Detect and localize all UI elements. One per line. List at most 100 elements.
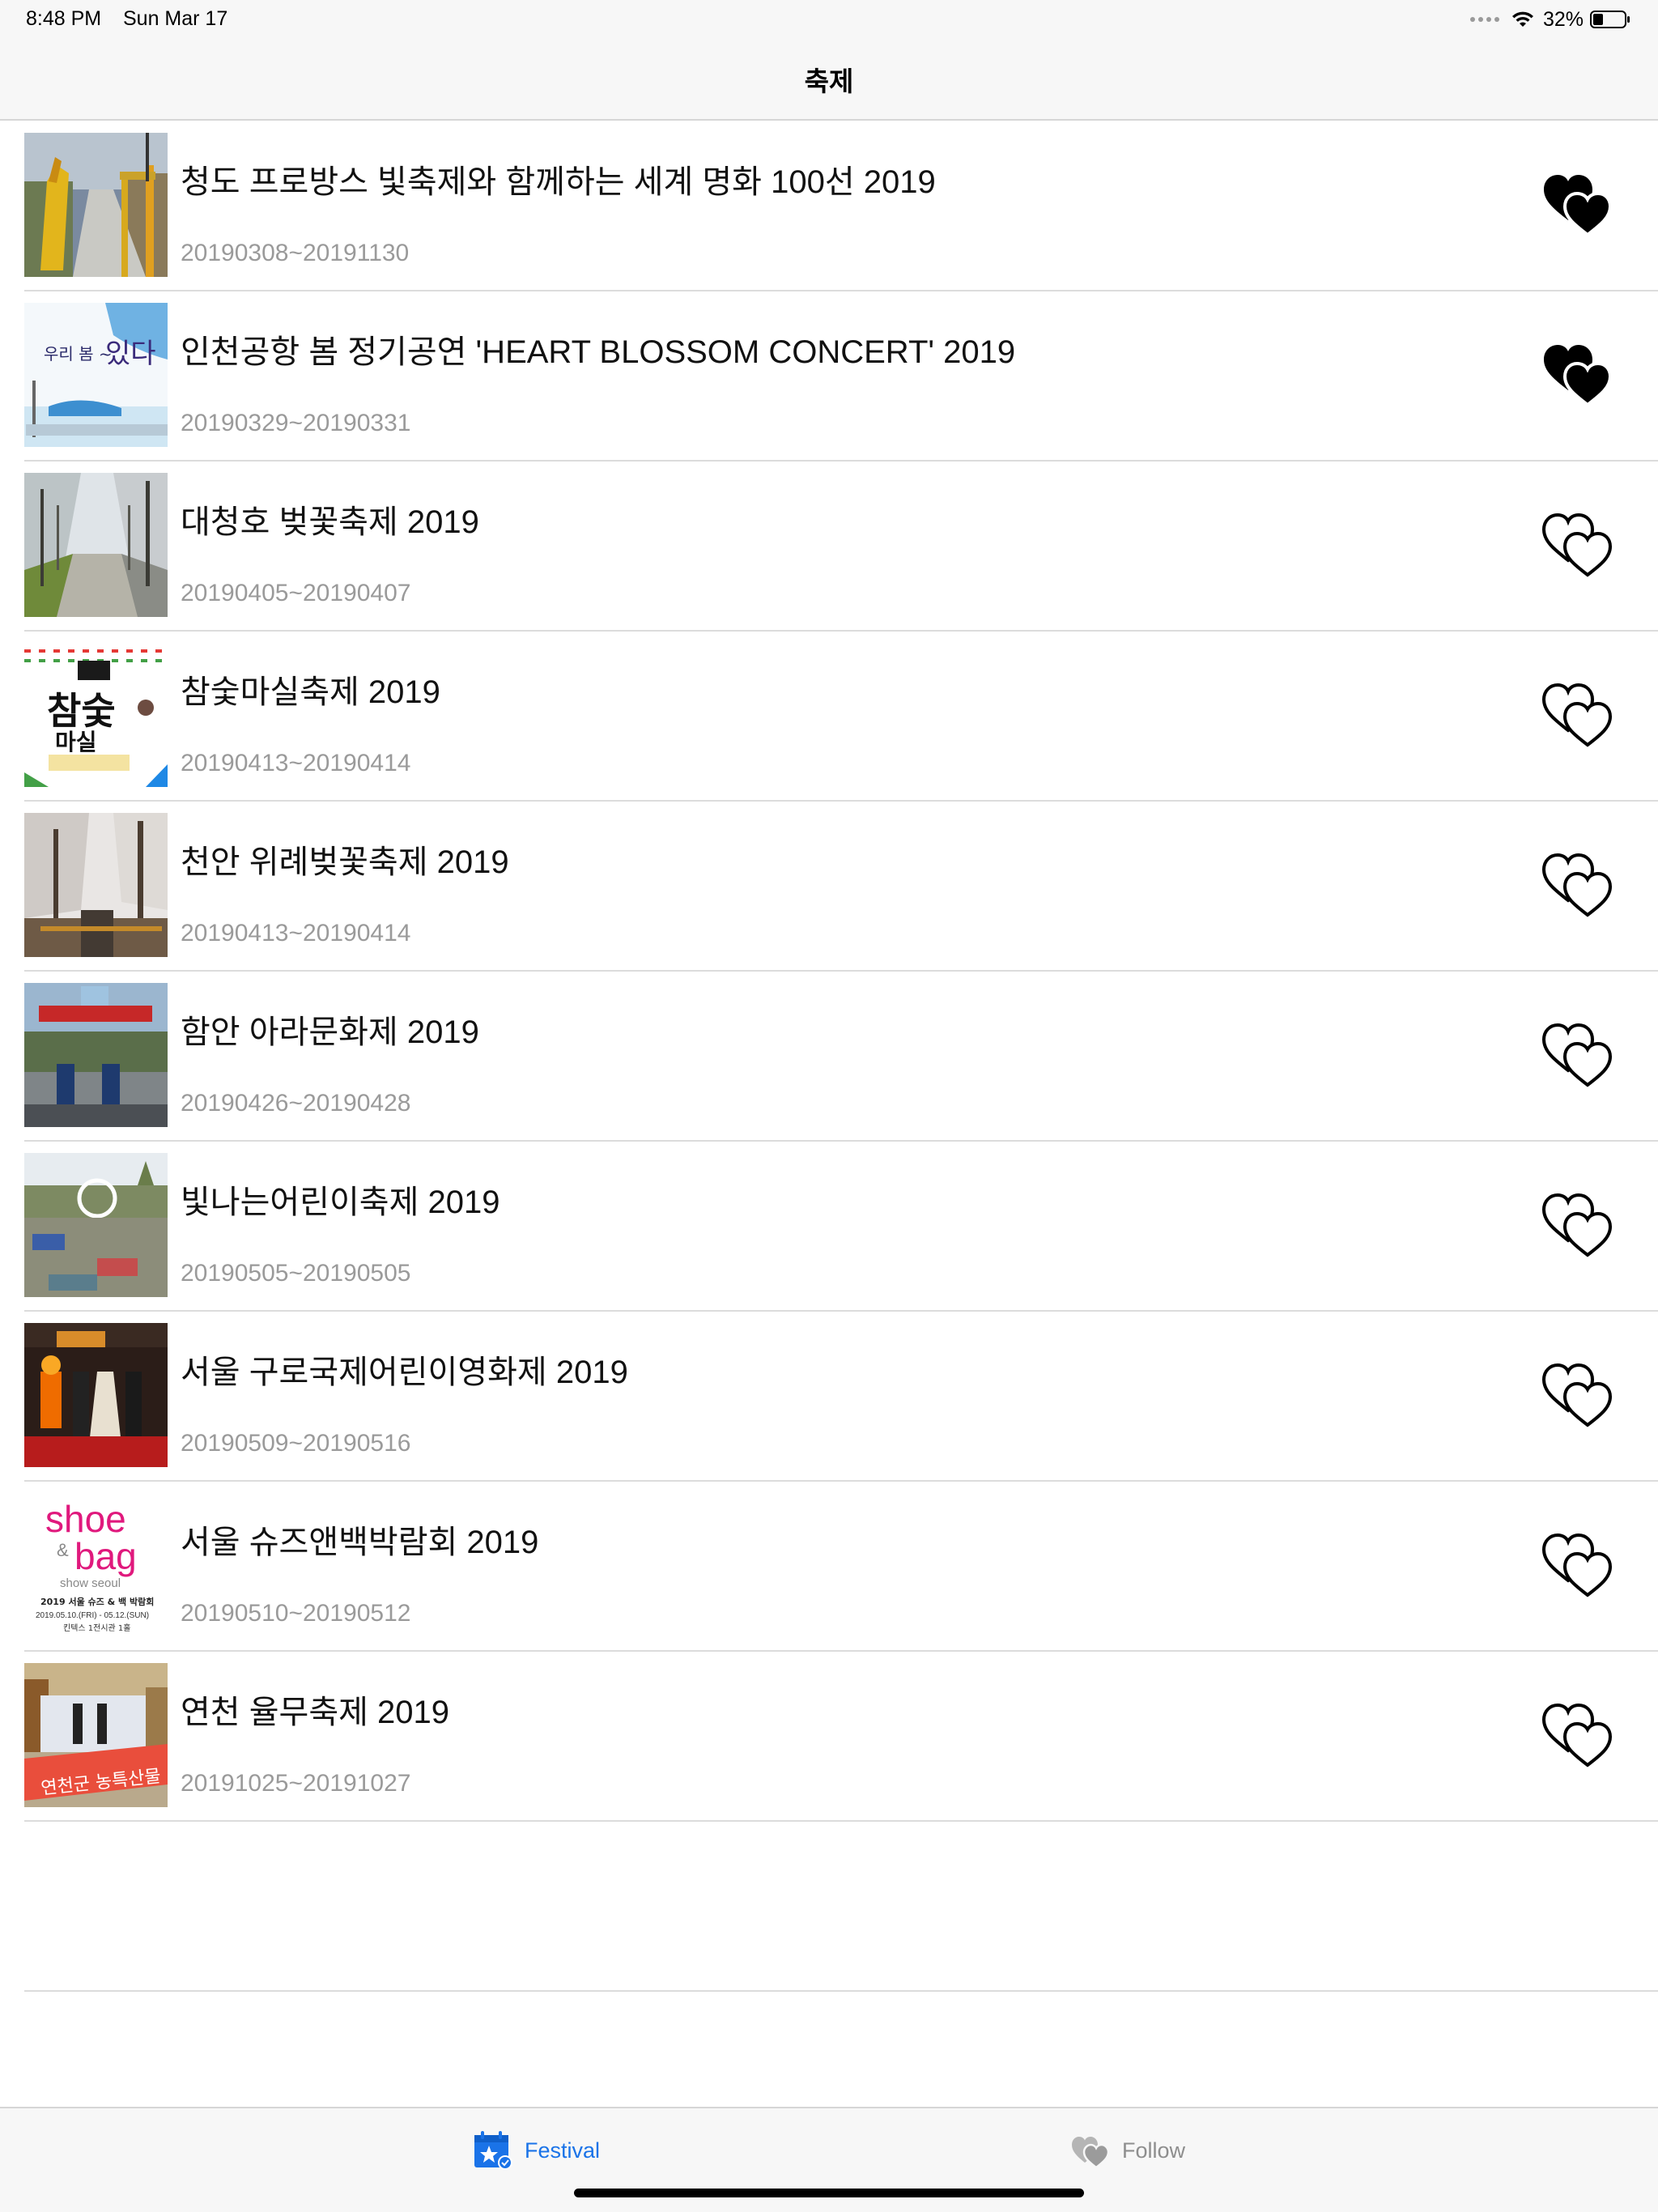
festival-dates: 20190413~20190414	[181, 920, 411, 946]
status-bar: 8:48 PM Sun Mar 17 32%	[0, 0, 1658, 39]
tab-follow-label: Follow	[1122, 2138, 1186, 2163]
hearts-outline-icon	[1541, 1533, 1613, 1597]
wifi-icon	[1511, 11, 1533, 27]
festival-row[interactable]: 청도 프로방스 빛축제와 함께하는 세계 명화 100선 2019 201903…	[24, 121, 1658, 291]
svg-text:2019.05.10.(FRI) - 05.12.(SUN): 2019.05.10.(FRI) - 05.12.(SUN)	[36, 1611, 149, 1620]
festival-dates: 20190413~20190414	[181, 750, 411, 776]
status-indicators: 32%	[1469, 7, 1630, 32]
festival-row[interactable]: 빛나는어린이축제 2019 20190505~20190505	[24, 1142, 1658, 1312]
follow-heart-button[interactable]	[1537, 849, 1622, 921]
festival-thumbnail: 참숯 마실	[24, 643, 168, 787]
festival-thumbnail: shoe & bag show seoul 2019 서울 슈즈 & 백 박람회…	[24, 1493, 168, 1637]
hearts-outline-icon	[1541, 1363, 1613, 1427]
festival-title: 서울 구로국제어린이영화제 2019	[181, 1355, 628, 1390]
hearts-filled-icon	[1544, 175, 1613, 237]
svg-text:bag: bag	[74, 1535, 137, 1577]
festival-thumbnail: 연천군 농특산물	[24, 1663, 168, 1807]
festival-dates: 20190505~20190505	[181, 1260, 411, 1287]
svg-text:있다: 있다	[105, 338, 156, 370]
hearts-outline-icon	[1541, 513, 1613, 577]
festival-title: 참숯마실축제 2019	[181, 674, 440, 710]
festival-dates: 20190329~20190331	[181, 410, 411, 436]
charcoal-poster-image: 참숯 마실	[24, 643, 168, 787]
festival-thumbnail	[24, 1153, 168, 1297]
follow-heart-button[interactable]	[1537, 338, 1622, 411]
svg-text:shoe: shoe	[45, 1498, 126, 1540]
festival-row[interactable]: 함안 아라문화제 2019 20190426~20190428	[24, 972, 1658, 1142]
follow-heart-button[interactable]	[1537, 1189, 1622, 1261]
shoe-bag-logo: shoe & bag show seoul 2019 서울 슈즈 & 백 박람회…	[24, 1493, 168, 1637]
festival-title: 천안 위례벚꽃축제 2019	[181, 844, 509, 880]
festival-list[interactable]: 청도 프로방스 빛축제와 함께하는 세계 명화 100선 2019 201903…	[0, 121, 1658, 1992]
festival-dates: 20190509~20190516	[181, 1430, 411, 1457]
festival-thumbnail	[24, 813, 168, 957]
festival-row[interactable]: 대청호 벚꽃축제 2019 20190405~20190407	[24, 462, 1658, 632]
follow-heart-button[interactable]	[1537, 1529, 1622, 1602]
svg-text:show seoul: show seoul	[60, 1576, 121, 1590]
festival-title: 함안 아라문화제 2019	[181, 1015, 479, 1050]
svg-text:마실: 마실	[55, 729, 97, 755]
festival-thumbnail	[24, 1323, 168, 1467]
follow-heart-button[interactable]	[1537, 168, 1622, 241]
svg-text:참숯: 참숯	[47, 689, 116, 733]
hearts-outline-icon	[1541, 1703, 1613, 1767]
svg-text:&: &	[57, 1540, 69, 1560]
festival-title: 서울 슈즈앤백박람회 2019	[181, 1525, 539, 1560]
festival-thumbnail	[24, 133, 168, 277]
follow-heart-button[interactable]	[1537, 1019, 1622, 1091]
banner-stage-image: 연천군 농특산물	[24, 1663, 168, 1807]
festival-dates: 20190510~20190512	[181, 1600, 411, 1627]
status-date: Sun Mar 17	[123, 7, 228, 30]
follow-heart-button[interactable]	[1537, 1699, 1622, 1772]
hearts-outline-icon	[1541, 853, 1613, 917]
festival-title: 청도 프로방스 빛축제와 함께하는 세계 명화 100선 2019	[181, 164, 936, 200]
cherry-road-image	[24, 473, 168, 617]
festival-row[interactable]: 서울 구로국제어린이영화제 2019 20190509~20190516	[24, 1312, 1658, 1482]
home-indicator[interactable]	[574, 2189, 1084, 2197]
hearts-outline-icon	[1541, 683, 1613, 747]
status-time: 8:48 PM	[26, 7, 102, 30]
calendar-star-icon	[474, 2131, 512, 2170]
stage-performers-image	[24, 1323, 168, 1467]
tab-follow[interactable]: Follow	[1070, 2128, 1185, 2173]
tab-festival-label: Festival	[525, 2138, 601, 2163]
festival-title: 연천 율무축제 2019	[181, 1695, 450, 1730]
navigation-bar: 축제	[0, 39, 1658, 121]
hearts-icon	[1072, 2137, 1110, 2169]
festival-dates: 20190426~20190428	[181, 1090, 411, 1117]
follow-heart-button[interactable]	[1537, 678, 1622, 751]
festival-row[interactable]: 연천군 농특산물 연천 율무축제 2019 20191025~20191027	[24, 1652, 1658, 1822]
lights-garden-image	[24, 133, 168, 277]
festival-row[interactable]: 참숯 마실 참숯마실축제 2019 20190413~20190414	[24, 632, 1658, 802]
page-title: 축제	[804, 66, 854, 96]
picnic-crowd-image	[24, 1153, 168, 1297]
festival-dates: 20191025~20191027	[181, 1770, 411, 1797]
festival-title: 대청호 벚꽃축제 2019	[181, 504, 479, 540]
svg-text:우리 봄 ~: 우리 봄 ~	[44, 344, 113, 364]
festival-row[interactable]: 천안 위례벚꽃축제 2019 20190413~20190414	[24, 802, 1658, 972]
cherry-crowd-image	[24, 813, 168, 957]
empty-separator-row	[24, 1822, 1658, 1992]
svg-text:킨텍스 1전시관 1홀: 킨텍스 1전시관 1홀	[63, 1623, 130, 1633]
tab-festival[interactable]: Festival	[473, 2128, 600, 2173]
festival-dates: 20190405~20190407	[181, 580, 411, 606]
hearts-outline-icon	[1541, 1193, 1613, 1257]
festival-row[interactable]: shoe & bag show seoul 2019 서울 슈즈 & 백 박람회…	[24, 1482, 1658, 1652]
concert-poster-image: 우리 봄 ~ 있다	[24, 303, 168, 447]
festival-thumbnail: 우리 봄 ~ 있다	[24, 303, 168, 447]
festival-title: 빛나는어린이축제 2019	[181, 1185, 500, 1220]
festival-dates: 20190308~20191130	[181, 240, 410, 266]
follow-heart-button[interactable]	[1537, 508, 1622, 581]
svg-text:2019 서울 슈즈 & 백 박람회: 2019 서울 슈즈 & 백 박람회	[40, 1596, 154, 1607]
battery-icon	[1590, 11, 1630, 28]
festival-thumbnail	[24, 983, 168, 1127]
festival-row[interactable]: 우리 봄 ~ 있다 인천공항 봄 정기공연 'HEART BLOSSOM CON…	[24, 291, 1658, 462]
festival-title: 인천공항 봄 정기공연 'HEART BLOSSOM CONCERT' 2019	[181, 334, 1016, 370]
hearts-outline-icon	[1541, 1023, 1613, 1087]
festival-thumbnail	[24, 473, 168, 617]
battery-percent: 32%	[1542, 7, 1584, 31]
hearts-filled-icon	[1544, 345, 1613, 407]
cellular-signal-icon	[1469, 17, 1499, 22]
parade-image	[24, 983, 168, 1127]
follow-heart-button[interactable]	[1537, 1359, 1622, 1431]
